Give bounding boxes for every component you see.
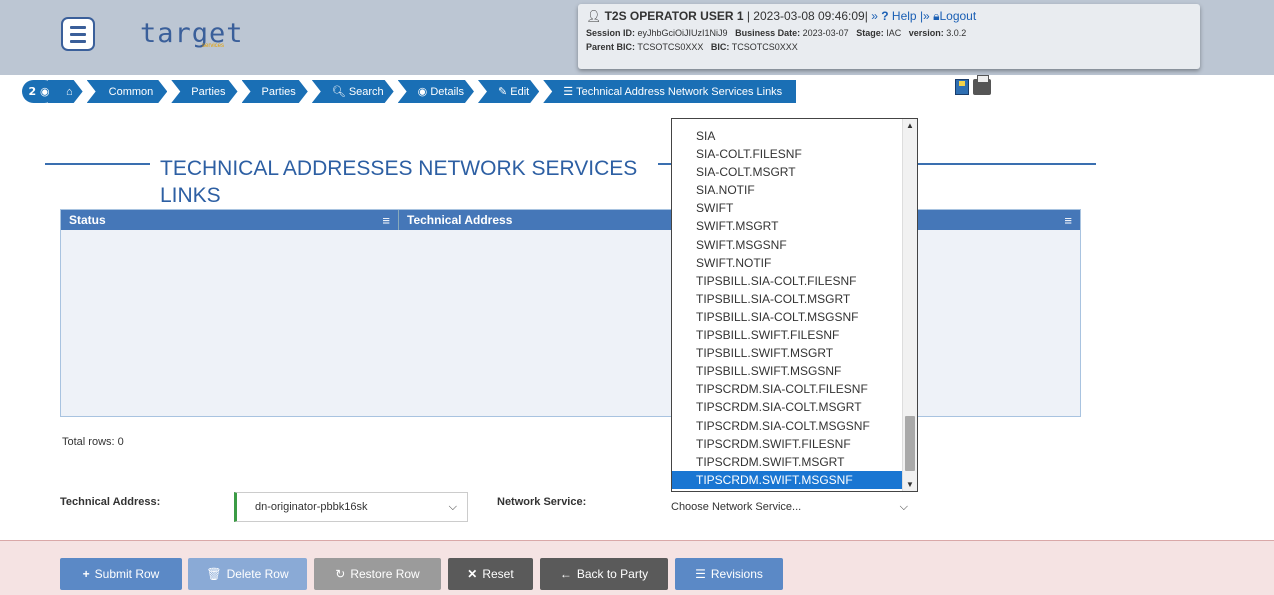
scroll-up-icon[interactable]: ▲ [906,121,914,130]
history-counter[interactable]: 2 ◉ [22,80,56,103]
restore-icon: ↻ [335,567,346,581]
breadcrumb-search[interactable]: 🔍︎ Search [312,80,394,103]
title-divider-left [45,163,150,165]
user-name: T2S OPERATOR USER 1 [604,9,744,23]
breadcrumb-parties[interactable]: Parties [171,80,237,103]
database-icon: ☰ [695,567,706,581]
session-info: Session ID: eyJhbGciOiJIUzI1NiJ9 Busines… [586,28,967,38]
breadcrumb: ⌂ Common Parties Parties 🔍︎ Search ◉ Det… [48,80,800,103]
user-icon: 👤︎ [586,9,602,23]
scroll-down-icon[interactable]: ▼ [906,480,914,489]
dropdown-options: SIA SIA-COLT.FILESNF SIA-COLT.MSGRT SIA.NOT… [672,119,902,491]
dropdown-option[interactable]: SIA [672,127,902,145]
back-to-party-button[interactable]: ← Back to Party [540,558,668,590]
breadcrumb-details[interactable]: ◉ Details [398,80,474,103]
scrollbar-thumb[interactable] [905,416,915,471]
network-service-label: Network Service: [497,496,587,508]
breadcrumb-parties-2[interactable]: Parties [242,80,308,103]
chevron-down-icon: ⌵ [899,500,908,513]
menu-button[interactable] [61,17,95,51]
dropdown-scrollbar[interactable]: ▲ ▼ [902,119,917,491]
datetime: | 2023-03-08 09:46:09| [746,9,868,23]
table-header: Status ≡ Technical Address ≡ [61,210,1080,230]
dropdown-option[interactable]: TIPSCRDM.SWIFT.MSGSNF [672,470,902,489]
chevron-down-icon: ⌵ [448,500,457,513]
logout-link[interactable]: 🔒︎Logout [933,9,976,23]
trash-icon: 🗑︎ [206,567,222,581]
breadcrumb-common[interactable]: Common [87,80,168,103]
dropdown-option[interactable]: SWIFT.NOTIF [672,254,902,272]
technical-address-label: Technical Address: [60,496,161,508]
dropdown-option[interactable]: SIA-COLT.MSGRT [672,163,902,181]
close-icon: ✕ [467,567,478,581]
dropdown-option[interactable]: TIPSCRDM.SIA-COLT.MSGSNF [672,417,902,435]
dropdown-option[interactable]: TIPSBILL.SWIFT.MSGSNF [672,362,902,380]
technical-address-select[interactable]: dn-originator-pbbk16sk ⌵ [234,492,468,522]
column-status[interactable]: Status ≡ [61,210,399,230]
dropdown-option[interactable]: SIA-COLT.FILESNF [672,145,902,163]
logo: target [140,18,244,49]
help-link[interactable]: ? Help [881,9,916,23]
dropdown-option[interactable]: TIPSBILL.SWIFT.MSGRT [672,344,902,362]
dropdown-option[interactable]: TIPSCRDM.SWIFT.FILESNF [672,435,902,453]
dropdown-option[interactable]: SWIFT.MSGRT [672,217,902,235]
arrow-left-icon: ← [559,567,572,581]
print-icon[interactable] [973,75,991,95]
links-table: Status ≡ Technical Address ≡ [60,209,1081,417]
network-service-select[interactable]: Choose Network Service... ⌵ [671,492,918,522]
revisions-button[interactable]: ☰ Revisions [675,558,783,590]
dropdown-option[interactable]: TIPSBILL.SIA-COLT.MSGRT [672,290,902,308]
dropdown-option[interactable]: TIPSCRDM.SWIFT.MSGRT [672,453,902,471]
dropdown-option[interactable]: TIPSCRDM.SIA-COLT.FILESNF [672,380,902,398]
plus-icon: + [82,567,90,581]
network-service-dropdown[interactable]: SIA SIA-COLT.FILESNF SIA-COLT.MSGRT SIA.NOT… [671,118,918,492]
hamburger-icon [70,25,86,29]
eye-icon: ◉ [39,85,50,98]
delete-row-button[interactable]: 🗑︎ Delete Row [188,558,307,590]
submit-row-button[interactable]: + Submit Row [60,558,182,590]
user-panel: 👤︎ T2S OPERATOR USER 1 | 2023-03-08 09:4… [578,4,1200,69]
toolbar-icons [955,75,991,95]
dropdown-option[interactable]: TIPSBILL.SWIFT.FILESNF [672,326,902,344]
page-title: TECHNICAL ADDRESSES NETWORK SERVICES LIN… [160,157,638,207]
home-icon: ⌂ [66,85,73,98]
total-rows: Total rows: 0 [62,436,124,448]
logo-subtitle: services [202,43,225,49]
save-icon[interactable] [955,79,969,95]
breadcrumb-edit[interactable]: ✎ Edit [478,80,539,103]
dropdown-option[interactable]: TIPSBILL.SIA-COLT.MSGSNF [672,308,902,326]
bic-info: Parent BIC: TCSOTCS0XXX BIC: TCSOTCS0XXX [586,42,798,52]
search-icon: 🔍︎ [331,86,346,98]
list-icon: ☰ [563,86,574,98]
dropdown-option[interactable]: SIA.NOTIF [672,181,902,199]
reset-button[interactable]: ✕ Reset [448,558,533,590]
column-menu-icon[interactable]: ≡ [1064,213,1072,228]
breadcrumb-current[interactable]: ☰ Technical Address Network Services Lin… [543,80,797,103]
dropdown-option[interactable]: SWIFT.MSGSNF [672,236,902,254]
restore-row-button[interactable]: ↻ Restore Row [314,558,441,590]
column-menu-icon[interactable]: ≡ [382,213,390,228]
dropdown-option[interactable]: TIPSBILL.SIA-COLT.FILESNF [672,272,902,290]
eye-icon: ◉ [417,86,428,98]
app-header: target services 👤︎ T2S OPERATOR USER 1 |… [0,0,1274,75]
dropdown-option[interactable]: SWIFT [672,199,902,217]
dropdown-option[interactable]: TIPSCRDM.SIA-COLT.MSGRT [672,398,902,416]
edit-icon: ✎ [497,86,508,98]
